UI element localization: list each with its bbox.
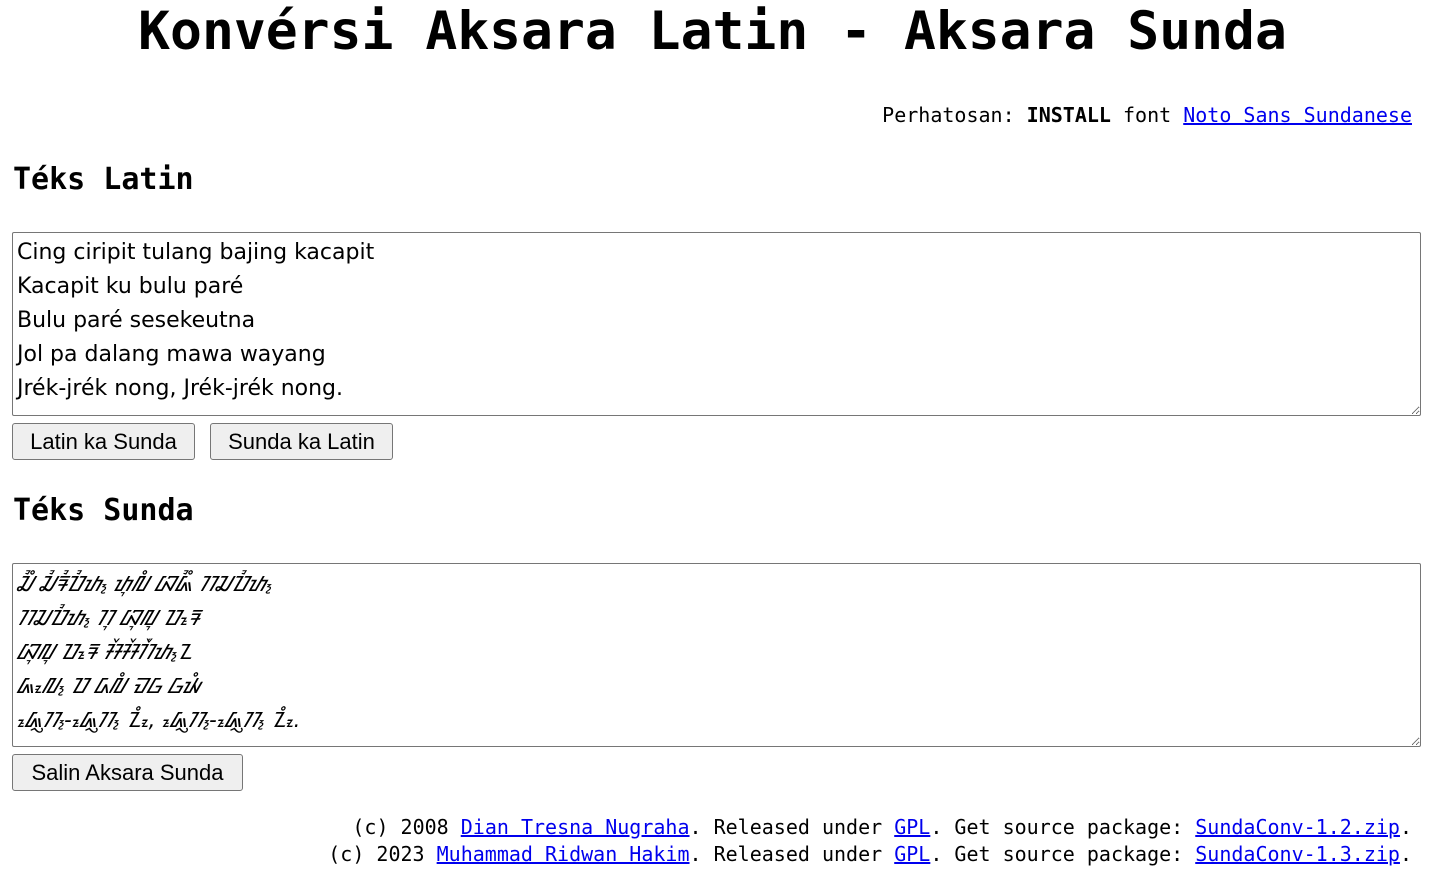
sunda-text-heading: Téks Sunda	[13, 493, 194, 528]
footer-line-2008: (c) 2008 Dian Tresna Nugraha. Released u…	[352, 814, 1412, 840]
copy-sunda-button[interactable]: Salin Aksara Sunda	[12, 754, 243, 791]
latin-text-heading: Téks Latin	[13, 162, 194, 197]
page-title: Konvérsi Aksara Latin - Aksara Sunda	[138, 1, 1287, 62]
gpl-link[interactable]: GPL	[894, 842, 930, 866]
font-notice: Perhatosan: INSTALL font Noto Sans Sunda…	[882, 102, 1412, 128]
footer-end: .	[1399, 815, 1412, 839]
footer-get-source: . Get source package:	[930, 842, 1196, 866]
author-link-dian[interactable]: Dian Tresna Nugraha	[461, 815, 690, 839]
latin-to-sunda-button[interactable]: Latin ka Sunda	[12, 423, 195, 460]
notice-prefix: Perhatosan:	[882, 103, 1027, 127]
footer-released: . Released under	[689, 842, 895, 866]
author-link-ridwan[interactable]: Muhammad Ridwan Hakim	[437, 842, 690, 866]
footer-get-source: . Get source package:	[930, 815, 1196, 839]
noto-sans-sundanese-link[interactable]: Noto Sans Sundanese	[1183, 103, 1412, 127]
footer-prefix: (c) 2008	[352, 815, 461, 839]
package-link-1-2[interactable]: SundaConv-1.2.zip	[1195, 815, 1400, 839]
package-link-1-3[interactable]: SundaConv-1.3.zip	[1195, 842, 1400, 866]
footer-prefix: (c) 2023	[328, 842, 437, 866]
footer-end: .	[1399, 842, 1412, 866]
footer-released: . Released under	[689, 815, 895, 839]
gpl-link[interactable]: GPL	[894, 815, 930, 839]
sunda-text-output[interactable]	[12, 563, 1421, 747]
latin-text-input[interactable]	[12, 232, 1421, 416]
notice-middle: font	[1110, 103, 1184, 127]
notice-install: INSTALL	[1026, 103, 1111, 127]
footer-line-2023: (c) 2023 Muhammad Ridwan Hakim. Released…	[328, 841, 1412, 867]
sunda-to-latin-button[interactable]: Sunda ka Latin	[210, 423, 393, 460]
